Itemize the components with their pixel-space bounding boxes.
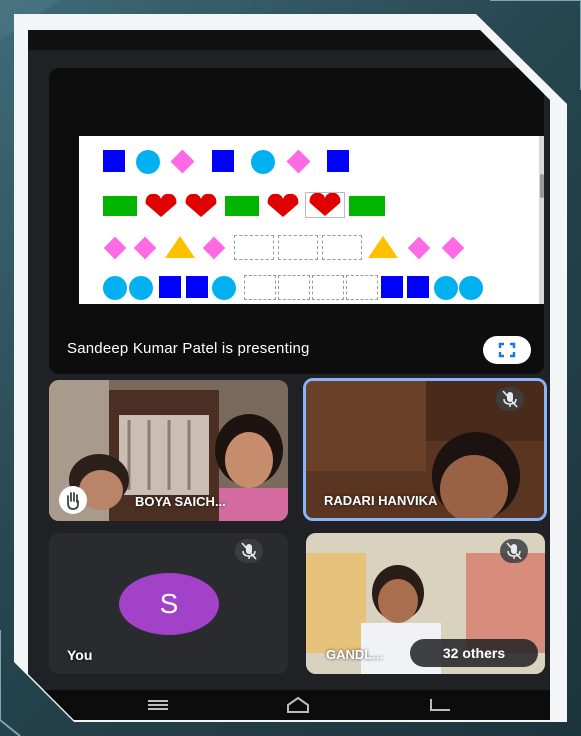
cyan-circle <box>212 276 236 300</box>
participant-name: RADARI HANVIKA <box>324 493 438 508</box>
mic-off-badge <box>500 539 528 563</box>
home-button[interactable] <box>282 695 314 715</box>
pink-diamond <box>441 236 465 260</box>
presentation-panel[interactable]: Sandeep Kumar Patel is presenting <box>49 68 544 374</box>
menu-button[interactable] <box>143 696 173 714</box>
blank-box <box>278 275 310 300</box>
pink-diamond <box>407 236 431 260</box>
yellow-triangle <box>165 236 195 258</box>
blue-square <box>186 276 208 298</box>
blue-square <box>159 276 181 298</box>
green-rectangle <box>103 196 137 216</box>
yellow-triangle <box>368 236 398 258</box>
navigation-bar <box>28 690 550 720</box>
blank-box <box>346 275 378 300</box>
cyan-circle <box>459 276 483 300</box>
pink-diamond <box>133 236 157 260</box>
cyan-circle <box>136 150 160 174</box>
cyan-circle <box>434 276 458 300</box>
red-heart <box>309 193 341 216</box>
blank-box <box>322 235 362 260</box>
mic-off-icon <box>506 542 522 560</box>
blue-square <box>327 150 349 172</box>
fullscreen-button[interactable] <box>483 336 531 364</box>
raised-hand-badge <box>59 486 87 514</box>
green-rectangle <box>349 196 385 216</box>
menu-icon <box>148 700 168 710</box>
blank-box <box>244 275 276 300</box>
mic-off-icon <box>502 390 518 408</box>
mic-off-badge <box>496 387 524 411</box>
blank-box <box>234 235 274 260</box>
shared-slide <box>79 136 544 304</box>
red-heart <box>267 194 299 217</box>
pink-diamond <box>286 149 311 174</box>
slide-scrollbar[interactable] <box>539 136 544 304</box>
pink-diamond <box>170 149 195 174</box>
pink-diamond <box>202 236 226 260</box>
presenter-status: Sandeep Kumar Patel is presenting <box>67 340 310 357</box>
participant-tile-boya[interactable]: BOYA SAICH... <box>49 380 288 521</box>
avatar-letter: S <box>159 588 179 619</box>
blue-square <box>103 150 125 172</box>
others-count: 32 others <box>442 645 506 661</box>
participant-tile-you[interactable]: S You <box>49 533 288 674</box>
blue-square <box>407 276 429 298</box>
participant-name: GANDL... <box>326 647 384 662</box>
green-rectangle <box>225 196 259 216</box>
blank-box <box>312 275 344 300</box>
participant-tile-radari[interactable]: RADARI HANVIKA <box>303 378 547 521</box>
phone-screen: Sandeep Kumar Patel is presenting BOYA S… <box>28 30 550 720</box>
participant-name: BOYA SAICH... <box>135 494 226 509</box>
participant-name: You <box>67 647 93 663</box>
fullscreen-icon <box>498 342 516 358</box>
back-icon <box>430 699 450 711</box>
cyan-circle <box>251 150 275 174</box>
home-icon <box>287 696 309 713</box>
raised-hand-icon <box>67 492 79 510</box>
pink-diamond <box>103 236 127 260</box>
cyan-circle <box>129 276 153 300</box>
red-heart <box>185 194 217 217</box>
blue-square <box>381 276 403 298</box>
blank-box <box>278 235 318 260</box>
back-button[interactable] <box>424 695 456 715</box>
avatar: S <box>119 573 219 635</box>
status-bar <box>28 30 550 50</box>
cyan-circle <box>103 276 127 300</box>
participant-tile-gandla[interactable]: GANDL... 32 others <box>306 533 545 674</box>
blue-square <box>212 150 234 172</box>
mic-off-icon <box>241 542 257 560</box>
others-chip[interactable]: 32 others <box>410 639 538 667</box>
slide-scrollbar-thumb[interactable] <box>540 174 544 198</box>
mic-off-badge <box>235 539 263 563</box>
red-heart <box>145 194 177 217</box>
